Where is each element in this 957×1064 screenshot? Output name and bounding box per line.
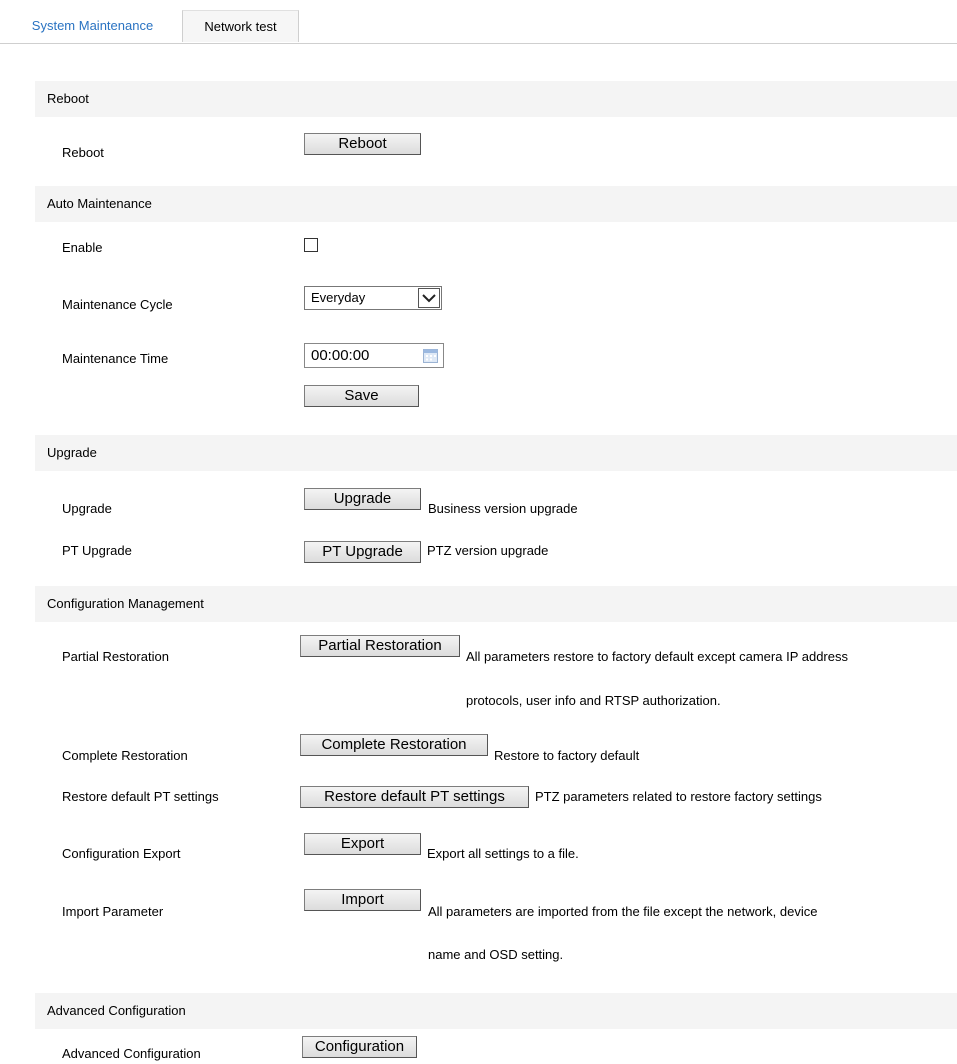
enable-checkbox[interactable] xyxy=(304,238,318,252)
enable-label: Enable xyxy=(62,240,103,255)
configuration-export-label: Configuration Export xyxy=(62,846,181,861)
partial-restoration-label: Partial Restoration xyxy=(62,649,169,664)
section-header-reboot: Reboot xyxy=(35,81,957,117)
save-button[interactable]: Save xyxy=(304,385,419,407)
restore-default-pt-settings-button[interactable]: Restore default PT settings xyxy=(300,786,529,808)
maintenance-cycle-label: Maintenance Cycle xyxy=(62,297,173,312)
import-parameter-label: Import Parameter xyxy=(62,904,164,919)
import-description-cont: name and OSD setting. xyxy=(428,947,564,962)
partial-restoration-description: All parameters restore to factory defaul… xyxy=(466,649,848,664)
complete-restoration-button[interactable]: Complete Restoration xyxy=(300,734,488,756)
import-button[interactable]: Import xyxy=(304,889,421,911)
complete-restoration-description: Restore to factory default xyxy=(494,748,640,763)
maintenance-time-label: Maintenance Time xyxy=(62,351,169,366)
advanced-configuration-label: Advanced Configuration xyxy=(62,1046,201,1061)
maintenance-cycle-select[interactable]: Everyday xyxy=(304,286,442,310)
reboot-button[interactable]: Reboot xyxy=(304,133,421,155)
upgrade-label: Upgrade xyxy=(62,501,112,516)
partial-restoration-button[interactable]: Partial Restoration xyxy=(300,635,460,657)
upgrade-description: Business version upgrade xyxy=(428,501,578,516)
restore-default-pt-settings-label: Restore default PT settings xyxy=(62,789,219,804)
calendar-icon[interactable] xyxy=(423,348,438,363)
restore-default-pt-settings-description: PTZ parameters related to restore factor… xyxy=(535,789,822,804)
configuration-button[interactable]: Configuration xyxy=(302,1036,417,1058)
reboot-label: Reboot xyxy=(62,145,104,160)
pt-upgrade-description: PTZ version upgrade xyxy=(427,543,549,558)
tab-bar: System Maintenance Network test xyxy=(0,0,957,44)
maintenance-time-value: 00:00:00 xyxy=(311,347,370,364)
maintenance-cycle-value: Everyday xyxy=(311,290,366,305)
complete-restoration-label: Complete Restoration xyxy=(62,748,188,763)
export-description: Export all settings to a file. xyxy=(427,846,579,861)
partial-restoration-description-cont: protocols, user info and RTSP authorizat… xyxy=(466,693,721,708)
chevron-down-icon[interactable] xyxy=(418,288,440,308)
maintenance-time-input[interactable]: 00:00:00 xyxy=(304,343,444,368)
pt-upgrade-button[interactable]: PT Upgrade xyxy=(304,541,421,563)
section-header-advanced-configuration: Advanced Configuration xyxy=(35,993,957,1029)
pt-upgrade-label: PT Upgrade xyxy=(62,543,132,558)
tab-network-test[interactable]: Network test xyxy=(182,10,299,42)
section-header-auto-maintenance: Auto Maintenance xyxy=(35,186,957,222)
tab-system-maintenance[interactable]: System Maintenance xyxy=(3,10,182,42)
section-header-configuration-management: Configuration Management xyxy=(35,586,957,622)
section-header-upgrade: Upgrade xyxy=(35,435,957,471)
upgrade-button[interactable]: Upgrade xyxy=(304,488,421,510)
export-button[interactable]: Export xyxy=(304,833,421,855)
import-description: All parameters are imported from the fil… xyxy=(428,904,818,919)
